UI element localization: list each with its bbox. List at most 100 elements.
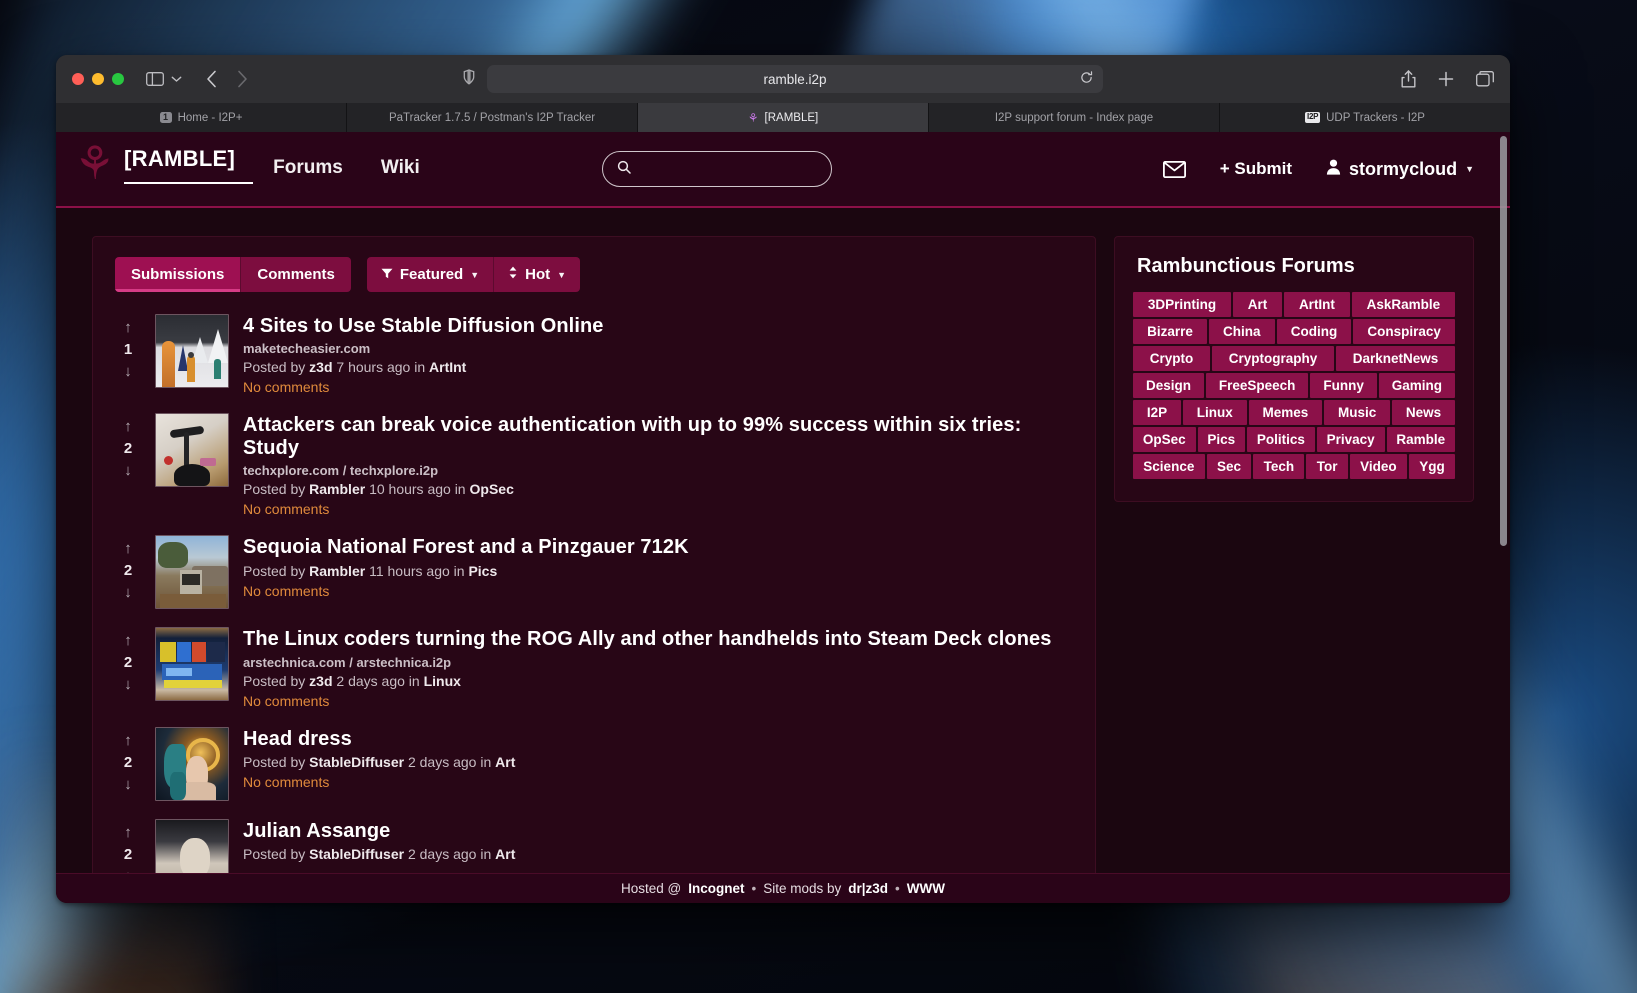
url-bar[interactable]: ramble.i2p bbox=[487, 65, 1103, 93]
www-link[interactable]: WWW bbox=[907, 881, 945, 896]
post-forum[interactable]: Art bbox=[495, 754, 515, 770]
post-item[interactable]: ↑ 2 ↓ bbox=[115, 627, 1073, 708]
downvote-icon[interactable]: ↓ bbox=[124, 364, 132, 379]
privacy-shield-icon[interactable] bbox=[463, 69, 475, 90]
post-thumbnail[interactable] bbox=[155, 535, 229, 609]
forum-tag[interactable]: FreeSpeech bbox=[1206, 373, 1308, 398]
messages-icon[interactable] bbox=[1163, 161, 1186, 178]
forum-tag[interactable]: News bbox=[1392, 400, 1455, 425]
page-scrollbar[interactable] bbox=[1500, 136, 1507, 546]
browser-tab-4[interactable]: I2P UDP Trackers - I2P bbox=[1220, 103, 1510, 132]
browser-tab-0[interactable]: 1 Home - I2P+ bbox=[56, 103, 347, 132]
post-comments-link[interactable]: No comments bbox=[243, 583, 1073, 599]
forum-tag[interactable]: Cryptography bbox=[1212, 346, 1334, 371]
forum-tag[interactable]: Bizarre bbox=[1133, 319, 1207, 344]
post-forum[interactable]: ArtInt bbox=[429, 359, 466, 375]
post-title[interactable]: The Linux coders turning the ROG Ally an… bbox=[243, 628, 1073, 650]
post-thumbnail[interactable] bbox=[155, 413, 229, 487]
browser-tab-2[interactable]: ⚘ [RAMBLE] bbox=[638, 103, 929, 132]
window-controls[interactable] bbox=[72, 73, 124, 85]
vote-control[interactable]: ↑ 2 ↓ bbox=[115, 727, 141, 801]
post-title[interactable]: 4 Sites to Use Stable Diffusion Online bbox=[243, 315, 1073, 337]
search-input[interactable] bbox=[640, 162, 817, 177]
user-menu[interactable]: stormycloud ▼ bbox=[1326, 159, 1474, 180]
reload-icon[interactable] bbox=[1080, 71, 1093, 87]
post-forum[interactable]: OpSec bbox=[470, 481, 514, 497]
featured-dropdown[interactable]: Featured ▼ bbox=[367, 257, 494, 292]
forum-tag[interactable]: 3DPrinting bbox=[1133, 292, 1231, 317]
post-author[interactable]: z3d bbox=[309, 359, 332, 375]
forum-tag[interactable]: Politics bbox=[1247, 427, 1315, 452]
post-forum[interactable]: Pics bbox=[468, 563, 497, 579]
vote-control[interactable]: ↑ 2 ↓ bbox=[115, 413, 141, 517]
submit-button[interactable]: + Submit bbox=[1220, 159, 1292, 179]
upvote-icon[interactable]: ↑ bbox=[124, 419, 132, 434]
forum-tag[interactable]: Pics bbox=[1198, 427, 1246, 452]
post-title[interactable]: Julian Assange bbox=[243, 820, 1073, 842]
forum-tag[interactable]: Linux bbox=[1183, 400, 1247, 425]
post-comments-link[interactable]: No comments bbox=[243, 379, 1073, 395]
vote-control[interactable]: ↑ 1 ↓ bbox=[115, 314, 141, 395]
post-item[interactable]: ↑ 1 ↓ bbox=[115, 314, 1073, 395]
forum-tag[interactable]: Video bbox=[1350, 454, 1407, 479]
upvote-icon[interactable]: ↑ bbox=[124, 541, 132, 556]
post-author[interactable]: Rambler bbox=[309, 563, 365, 579]
vote-control[interactable]: ↑ 2 ↓ bbox=[115, 627, 141, 708]
forum-tag[interactable]: Tor bbox=[1306, 454, 1347, 479]
forward-button[interactable] bbox=[237, 70, 248, 88]
upvote-icon[interactable]: ↑ bbox=[124, 825, 132, 840]
forum-tag[interactable]: Sec bbox=[1207, 454, 1252, 479]
post-item[interactable]: ↑ 2 ↓ Attackers can break voice bbox=[115, 413, 1073, 517]
post-item[interactable]: ↑ 2 ↓ Head dress bbox=[115, 727, 1073, 801]
forum-tag[interactable]: Tech bbox=[1253, 454, 1304, 479]
new-tab-icon[interactable] bbox=[1438, 71, 1454, 87]
post-author[interactable]: StableDiffuser bbox=[309, 846, 404, 862]
share-icon[interactable] bbox=[1401, 70, 1416, 88]
sidebar-toggle-icon[interactable] bbox=[146, 72, 164, 86]
forum-tag[interactable]: Memes bbox=[1249, 400, 1322, 425]
post-author[interactable]: StableDiffuser bbox=[309, 754, 404, 770]
tab-submissions[interactable]: Submissions bbox=[115, 257, 241, 292]
post-comments-link[interactable]: No comments bbox=[243, 501, 1073, 517]
post-author[interactable]: Rambler bbox=[309, 481, 365, 497]
post-title[interactable]: Head dress bbox=[243, 728, 1073, 750]
forum-tag[interactable]: Art bbox=[1233, 292, 1282, 317]
forum-tag[interactable]: China bbox=[1209, 319, 1275, 344]
post-title[interactable]: Attackers can break voice authentication… bbox=[243, 414, 1073, 459]
forum-tag[interactable]: Privacy bbox=[1317, 427, 1385, 452]
browser-tab-1[interactable]: PaTracker 1.7.5 / Postman's I2P Tracker bbox=[347, 103, 638, 132]
maximize-window-button[interactable] bbox=[112, 73, 124, 85]
post-domain[interactable]: techxplore.com / techxplore.i2p bbox=[243, 463, 1073, 478]
upvote-icon[interactable]: ↑ bbox=[124, 320, 132, 335]
minimize-window-button[interactable] bbox=[92, 73, 104, 85]
tab-overview-icon[interactable] bbox=[1476, 71, 1494, 87]
sidebar-chevron-down-icon[interactable] bbox=[171, 75, 182, 83]
forum-tag[interactable]: Science bbox=[1133, 454, 1205, 479]
forum-tag[interactable]: I2P bbox=[1133, 400, 1181, 425]
forum-tag[interactable]: Gaming bbox=[1379, 373, 1455, 398]
close-window-button[interactable] bbox=[72, 73, 84, 85]
post-domain[interactable]: arstechnica.com / arstechnica.i2p bbox=[243, 655, 1073, 670]
post-thumbnail[interactable] bbox=[155, 314, 229, 388]
post-title[interactable]: Sequoia National Forest and a Pinzgauer … bbox=[243, 536, 1073, 558]
forum-tag[interactable]: OpSec bbox=[1133, 427, 1196, 452]
forum-tag[interactable]: ArtInt bbox=[1284, 292, 1350, 317]
forum-tag[interactable]: Music bbox=[1324, 400, 1390, 425]
forum-tag[interactable]: Ramble bbox=[1387, 427, 1456, 452]
browser-tab-3[interactable]: I2P support forum - Index page bbox=[929, 103, 1220, 132]
forum-tag[interactable]: Ygg bbox=[1409, 454, 1455, 479]
host-link[interactable]: Incognet bbox=[688, 881, 744, 896]
downvote-icon[interactable]: ↓ bbox=[124, 677, 132, 692]
forum-tag[interactable]: Funny bbox=[1310, 373, 1376, 398]
forum-tag[interactable]: DarknetNews bbox=[1336, 346, 1455, 371]
tab-comments[interactable]: Comments bbox=[241, 257, 351, 292]
ramble-logo-icon[interactable]: ⚘ bbox=[74, 140, 115, 186]
post-forum[interactable]: Linux bbox=[424, 673, 461, 689]
forum-tag[interactable]: Coding bbox=[1277, 319, 1352, 344]
downvote-icon[interactable]: ↓ bbox=[124, 777, 132, 792]
post-author[interactable]: z3d bbox=[309, 673, 332, 689]
downvote-icon[interactable]: ↓ bbox=[124, 463, 132, 478]
search-box[interactable] bbox=[602, 151, 832, 187]
post-thumbnail[interactable] bbox=[155, 727, 229, 801]
forum-tag[interactable]: Design bbox=[1133, 373, 1204, 398]
